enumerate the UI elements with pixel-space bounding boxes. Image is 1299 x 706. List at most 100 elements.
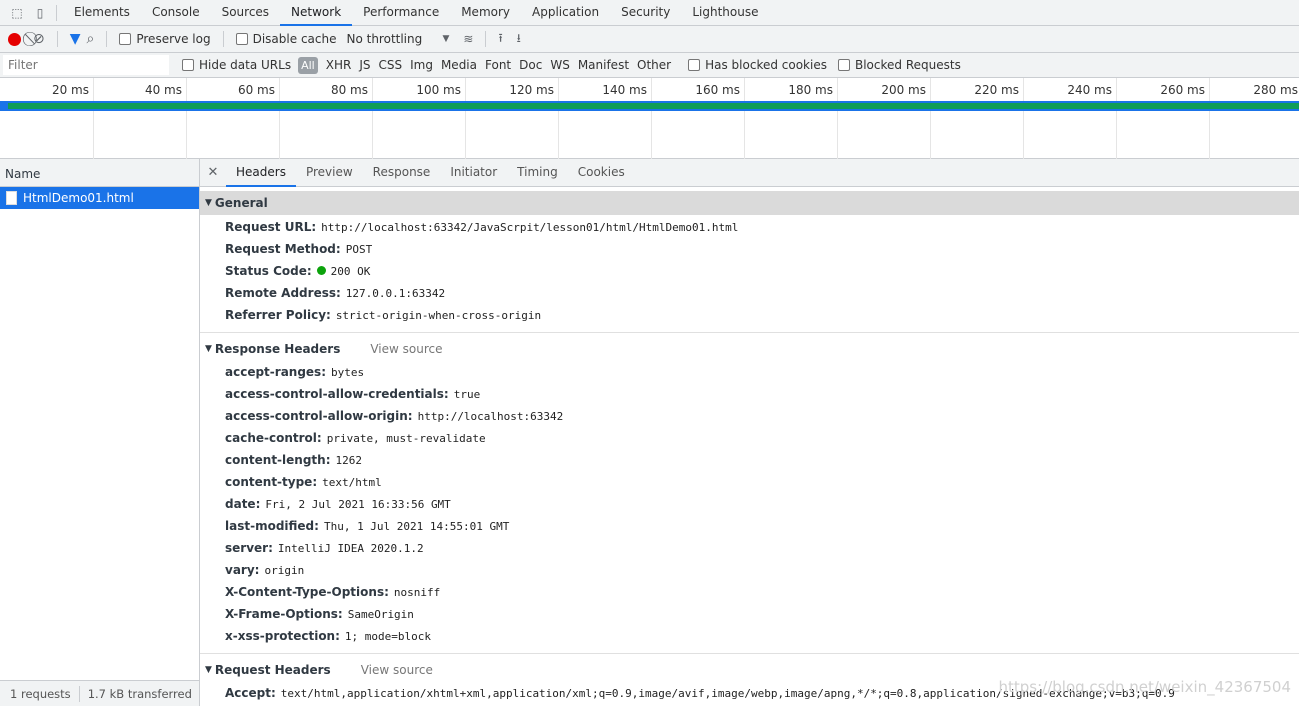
timeline-tick-label: 220 ms <box>974 83 1019 97</box>
detail-tab-cookies[interactable]: Cookies <box>568 159 635 187</box>
header-row: Status Code: 200 OK <box>200 260 1299 282</box>
header-row: X-Frame-Options: SameOrigin <box>200 603 1299 625</box>
document-icon <box>6 191 17 205</box>
filter-type-ws[interactable]: WS <box>550 58 569 72</box>
timeline-gridline <box>651 78 652 159</box>
header-name: access-control-allow-origin: <box>225 409 413 423</box>
filter-icon[interactable]: ▼ <box>70 31 81 47</box>
tab-network[interactable]: Network <box>280 0 353 26</box>
header-value: http://localhost:63342/JavaScrpit/lesson… <box>321 221 739 234</box>
header-row: Request URL: http://localhost:63342/JavaS… <box>200 216 1299 238</box>
filter-type-doc[interactable]: Doc <box>519 58 542 72</box>
timeline-gridline <box>372 78 373 159</box>
tab-performance[interactable]: Performance <box>352 0 450 26</box>
header-row: accept-ranges: bytes <box>200 361 1299 383</box>
header-name: Request Method: <box>225 242 341 256</box>
header-value: Fri, 2 Jul 2021 16:33:56 GMT <box>265 498 451 511</box>
timeline-gridline <box>93 78 94 159</box>
blocked-requests-checkbox[interactable]: Blocked Requests <box>837 58 961 72</box>
tab-elements[interactable]: Elements <box>63 0 141 26</box>
response-headers-section-header[interactable]: ▼ Response Headers View source <box>200 337 1299 361</box>
detail-tab-headers[interactable]: Headers <box>226 159 296 187</box>
header-value: SameOrigin <box>347 608 414 621</box>
timeline-tick-label: 20 ms <box>51 83 89 97</box>
filter-type-manifest[interactable]: Manifest <box>578 58 629 72</box>
timeline-tick-label: 180 ms <box>788 83 833 97</box>
header-name: last-modified: <box>225 519 319 533</box>
timeline-tick-label: 120 ms <box>509 83 554 97</box>
filter-type-css[interactable]: CSS <box>378 58 402 72</box>
header-row: x-xss-protection: 1; mode=block <box>200 625 1299 647</box>
header-row: Remote Address: 127.0.0.1:63342 <box>200 282 1299 304</box>
tab-application[interactable]: Application <box>521 0 610 26</box>
timeline-tick-label: 100 ms <box>416 83 461 97</box>
throttling-select[interactable]: No throttling <box>346 32 436 46</box>
import-har-icon[interactable]: ⭱ <box>498 29 502 50</box>
header-value: 200 OK <box>330 265 371 278</box>
header-row: access-control-allow-origin: http://local… <box>200 405 1299 427</box>
timeline-tick-label: 80 ms <box>330 83 368 97</box>
close-icon[interactable]: ✕ <box>200 165 226 180</box>
export-har-icon[interactable]: ⭳ <box>517 29 521 50</box>
request-name: HtmlDemo01.html <box>23 191 134 205</box>
view-source-link[interactable]: View source <box>370 342 442 356</box>
filter-input[interactable] <box>3 55 169 75</box>
record-button[interactable] <box>8 32 21 46</box>
tab-sources[interactable]: Sources <box>211 0 280 26</box>
header-name: cache-control: <box>225 431 322 445</box>
detail-tab-response[interactable]: Response <box>363 159 441 187</box>
header-name: access-control-allow-credentials: <box>225 387 449 401</box>
header-name: server: <box>225 541 273 555</box>
header-row: Request Method: POST <box>200 238 1299 260</box>
header-name: Request URL: <box>225 220 317 234</box>
detail-tab-preview[interactable]: Preview <box>296 159 363 187</box>
timeline-tick-label: 40 ms <box>144 83 182 97</box>
header-name: X-Frame-Options: <box>225 607 343 621</box>
filter-type-media[interactable]: Media <box>441 58 477 72</box>
search-icon[interactable]: ⌕ <box>87 31 95 47</box>
tab-security[interactable]: Security <box>610 0 681 26</box>
timeline-overview[interactable]: 20 ms 40 ms 60 ms 80 ms 100 ms 120 ms 140 ms 16… <box>0 78 1299 159</box>
detail-tab-bar: ✕ Headers Preview Response Initiator Timing C… <box>200 159 1299 187</box>
device-toolbar-icon[interactable]: ▯ <box>30 6 50 20</box>
timeline-tick-label: 60 ms <box>237 83 275 97</box>
detail-tab-initiator[interactable]: Initiator <box>440 159 507 187</box>
header-name: Referrer Policy: <box>225 308 331 322</box>
divider <box>56 4 57 21</box>
filter-type-font[interactable]: Font <box>485 58 511 72</box>
tab-memory[interactable]: Memory <box>450 0 521 26</box>
hide-data-urls-checkbox[interactable]: Hide data URLs <box>182 58 291 72</box>
filter-type-other[interactable]: Other <box>637 58 671 72</box>
filter-type-all[interactable]: All <box>298 56 318 74</box>
filter-type-js[interactable]: JS <box>359 58 370 72</box>
disable-cache-checkbox[interactable]: Disable cache <box>235 32 336 46</box>
tab-console[interactable]: Console <box>141 0 211 26</box>
detail-tab-timing[interactable]: Timing <box>507 159 568 187</box>
filter-type-img[interactable]: Img <box>410 58 433 72</box>
tab-lighthouse[interactable]: Lighthouse <box>681 0 769 26</box>
header-row: access-control-allow-credentials: true <box>200 383 1299 405</box>
header-value: POST <box>345 243 373 256</box>
has-blocked-cookies-checkbox[interactable]: Has blocked cookies <box>688 58 827 72</box>
inspect-element-icon[interactable]: ⬚ <box>4 6 30 20</box>
name-column-header[interactable]: Name <box>0 159 199 187</box>
general-section-header[interactable]: ▼ General <box>200 191 1299 215</box>
header-value: true <box>453 388 481 401</box>
network-conditions-icon[interactable]: ≋ <box>463 32 473 46</box>
header-name: X-Content-Type-Options: <box>225 585 389 599</box>
preserve-log-checkbox[interactable]: Preserve log <box>119 32 211 46</box>
timeline-tick-label: 280 ms <box>1253 83 1298 97</box>
filter-type-xhr[interactable]: XHR <box>326 58 352 72</box>
request-row[interactable]: HtmlDemo01.html <box>0 187 199 209</box>
clear-icon[interactable]: ⃠⊘ <box>33 31 45 47</box>
header-name: Remote Address: <box>225 286 341 300</box>
view-source-link[interactable]: View source <box>361 663 433 677</box>
devtools-tab-bar: ⬚ ▯ Elements Console Sources Network Perform… <box>0 0 1299 26</box>
timeline-gridline <box>465 78 466 159</box>
divider <box>222 31 224 47</box>
dropdown-arrow-icon[interactable]: ▼ <box>442 34 449 44</box>
header-value: http://localhost:63342 <box>417 410 564 423</box>
header-name: content-type: <box>225 475 318 489</box>
divider <box>106 31 108 47</box>
header-row: date: Fri, 2 Jul 2021 16:33:56 GMT <box>200 493 1299 515</box>
